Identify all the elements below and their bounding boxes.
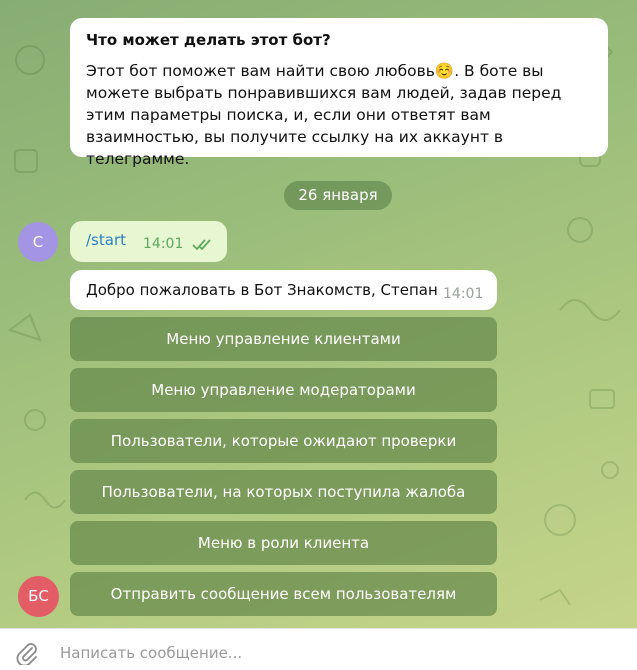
keyboard-button-pending-users[interactable]: Пользователи, которые ожидают проверки	[70, 419, 497, 463]
intro-text: Этот бот поможет вам найти свою любовь☺️…	[86, 62, 562, 168]
date-separator: 26 января	[284, 181, 392, 210]
message-text[interactable]: /start	[86, 231, 126, 249]
message-time: 14:01	[443, 286, 484, 302]
message-time: 14:01	[143, 236, 184, 252]
paperclip-icon[interactable]	[16, 641, 38, 669]
bot-intro-card: Что может делать этот бот? Этот бот помо…	[70, 18, 608, 168]
message-composer	[0, 628, 637, 670]
double-check-icon	[192, 236, 214, 255]
avatar-user[interactable]: С	[18, 222, 58, 262]
avatar-bot[interactable]: БС	[18, 576, 59, 617]
keyboard-button-client-role-menu[interactable]: Меню в роли клиента	[70, 521, 497, 565]
keyboard-button-moderators-menu[interactable]: Меню управление модераторами	[70, 368, 497, 412]
message-text: Добро пожаловать в Бот Знакомств, Степан	[86, 281, 438, 299]
keyboard-button-broadcast[interactable]: Отправить сообщение всем пользователям	[70, 572, 497, 616]
message-input[interactable]	[60, 641, 620, 665]
chat-area: Что может делать этот бот? Этот бот помо…	[0, 0, 637, 628]
outgoing-message[interactable]: /start 14:01	[70, 221, 227, 262]
keyboard-button-clients-menu[interactable]: Меню управление клиентами	[70, 317, 497, 361]
intro-title: Что может делать этот бот?	[86, 31, 331, 49]
keyboard-button-reported-users[interactable]: Пользователи, на которых поступила жалоб…	[70, 470, 497, 514]
incoming-message[interactable]: Добро пожаловать в Бот Знакомств, Степан…	[70, 270, 497, 310]
